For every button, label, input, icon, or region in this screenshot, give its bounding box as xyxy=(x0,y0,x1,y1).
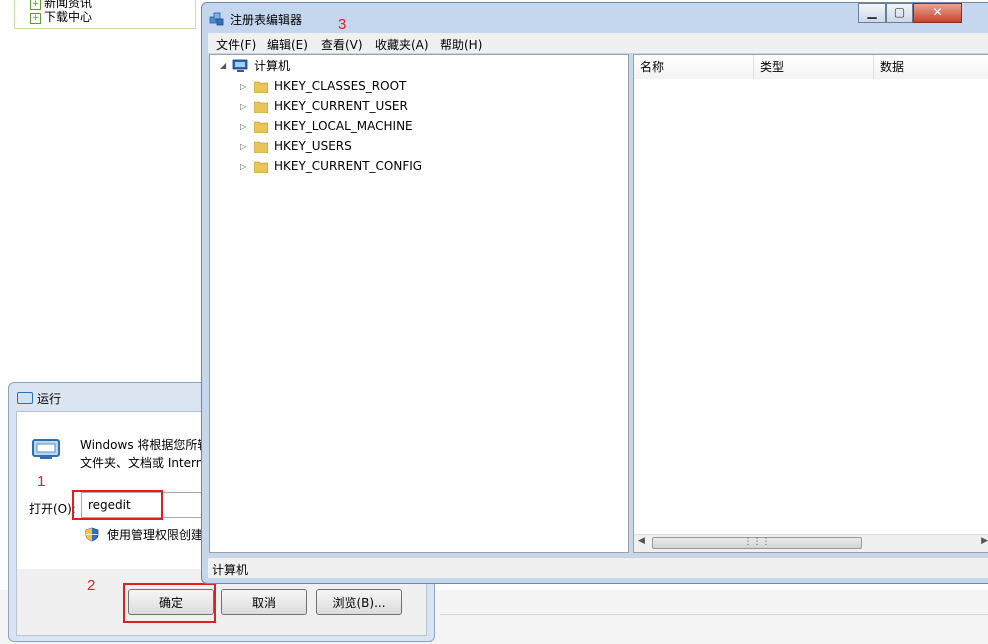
open-label: 打开(O): xyxy=(29,502,76,516)
folder-icon xyxy=(254,121,268,133)
run-dialog-title: 运行 xyxy=(37,392,62,406)
maximize-button[interactable]: ▢ xyxy=(886,3,913,23)
tree-item-label: HKEY_CLASSES_ROOT xyxy=(274,79,407,93)
expand-arrow-icon[interactable]: ▷ xyxy=(240,117,246,137)
uac-shield-icon xyxy=(85,527,99,542)
tree-root-label: 计算机 xyxy=(254,59,291,73)
folder-icon xyxy=(254,141,268,153)
maximize-icon: ▢ xyxy=(893,5,906,19)
annotation-number: 3 xyxy=(338,16,347,33)
column-header-type[interactable]: 类型 xyxy=(754,55,874,79)
folder-icon xyxy=(254,81,268,93)
column-header-data[interactable]: 数据 xyxy=(874,55,988,79)
annotation-number: 1 xyxy=(37,473,46,490)
admin-note: 使用管理权限创建此任务。 xyxy=(85,526,213,543)
horizontal-scrollbar[interactable]: ◀ ⋮⋮⋮ ▶ xyxy=(634,534,988,552)
status-bar: 计算机 xyxy=(208,557,988,578)
minimize-icon: ▁ xyxy=(867,5,877,19)
registry-title: 注册表编辑器 xyxy=(230,13,303,27)
background-tree-item[interactable]: + 下载中心 xyxy=(30,10,92,24)
expand-arrow-icon[interactable]: ▷ xyxy=(240,137,246,157)
browse-button[interactable]: 浏览(B)... xyxy=(316,589,402,615)
menu-file[interactable]: 文件(F) xyxy=(216,36,256,53)
background-tree-item[interactable]: + 新闻资讯 xyxy=(30,0,92,10)
tree-item-label: HKEY_CURRENT_USER xyxy=(274,99,408,113)
run-program-icon xyxy=(32,439,60,459)
collapse-arrow-icon[interactable]: ◢ xyxy=(220,56,226,76)
column-header-name[interactable]: 名称 xyxy=(634,55,754,79)
run-window-icon xyxy=(17,392,33,404)
close-button[interactable]: ✕ xyxy=(913,3,962,23)
minimize-button[interactable]: ▁ xyxy=(858,3,886,23)
status-text: 计算机 xyxy=(212,563,249,577)
regedit-icon xyxy=(209,12,224,26)
registry-titlebar[interactable]: 注册表编辑器 ▁ ▢ ✕ xyxy=(202,3,988,33)
scroll-right-icon[interactable]: ▶ xyxy=(981,536,988,546)
annotation-box-ok xyxy=(123,583,216,623)
scroll-left-icon[interactable]: ◀ xyxy=(638,536,645,546)
registry-editor-window: 注册表编辑器 ▁ ▢ ✕ 文件(F) 编辑(E) 查看(V) 收藏夹(A) 帮助… xyxy=(201,2,988,584)
menu-view[interactable]: 查看(V) xyxy=(321,36,363,53)
background-divider xyxy=(440,614,988,615)
registry-values-pane: 名称 类型 数据 ◀ ⋮⋮⋮ ▶ xyxy=(633,54,988,553)
menu-bar: 文件(F) 编辑(E) 查看(V) 收藏夹(A) 帮助(H) xyxy=(208,33,988,53)
annotation-box-input xyxy=(72,490,163,520)
expand-plus-icon[interactable]: + xyxy=(30,0,41,10)
registry-tree-pane: ◢ 计算机 ▷ HKEY_CLASSES_ROOT ▷ HKEY_CURRENT… xyxy=(209,54,629,553)
folder-icon xyxy=(254,161,268,173)
run-description: Windows 将根据您所输入的名称，为您打开相应的程序、 文件夹、文档或 In… xyxy=(80,438,220,470)
menu-favorites[interactable]: 收藏夹(A) xyxy=(375,36,429,53)
expand-plus-icon[interactable]: + xyxy=(30,13,41,24)
tree-item-label: HKEY_LOCAL_MACHINE xyxy=(274,119,413,133)
expand-arrow-icon[interactable]: ▷ xyxy=(240,97,246,117)
tree-item-label: HKEY_USERS xyxy=(274,139,352,153)
cancel-button[interactable]: 取消 xyxy=(221,589,307,615)
computer-icon xyxy=(232,59,248,72)
menu-help[interactable]: 帮助(H) xyxy=(440,36,482,53)
expand-arrow-icon[interactable]: ▷ xyxy=(240,157,246,177)
tree-item-label: HKEY_CURRENT_CONFIG xyxy=(274,159,423,173)
annotation-number: 2 xyxy=(87,577,96,594)
scrollbar-thumb[interactable]: ⋮⋮⋮ xyxy=(652,537,862,549)
menu-edit[interactable]: 编辑(E) xyxy=(267,36,308,53)
expand-arrow-icon[interactable]: ▷ xyxy=(240,77,246,97)
folder-icon xyxy=(254,101,268,113)
close-icon: ✕ xyxy=(932,5,943,19)
grip-icon: ⋮⋮⋮ xyxy=(743,537,771,547)
